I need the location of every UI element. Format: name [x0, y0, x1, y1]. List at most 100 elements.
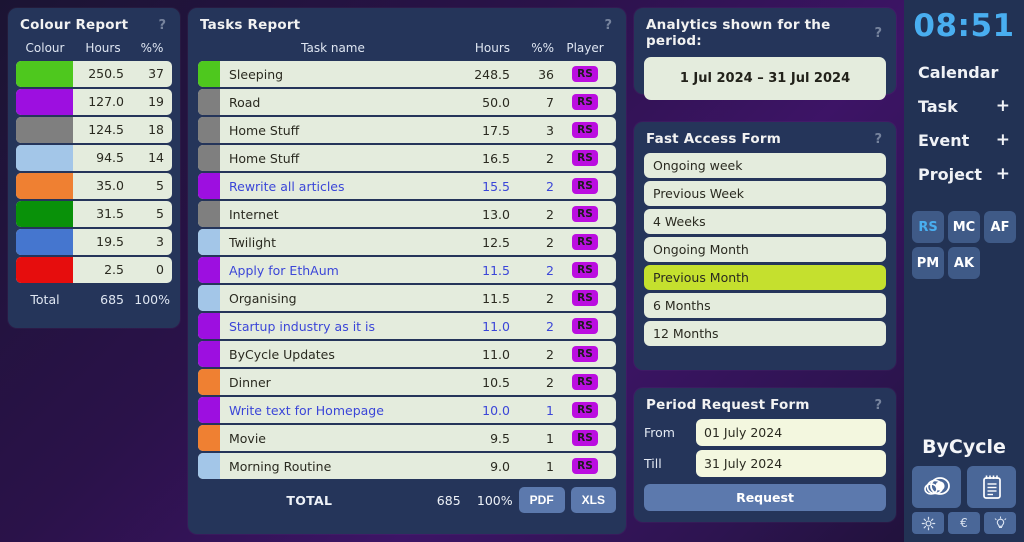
- fast-access-option[interactable]: Previous Week: [644, 181, 886, 206]
- player-badge[interactable]: RS: [572, 93, 598, 111]
- sidebar-item-label: Event: [918, 130, 970, 150]
- table-row[interactable]: Rewrite all articles 15.5 2 RS: [198, 173, 616, 199]
- fast-access-option[interactable]: 4 Weeks: [644, 209, 886, 234]
- row-hours: 9.5: [490, 430, 510, 446]
- row-player: RS: [554, 65, 616, 83]
- row-task-name: Sleeping: [229, 66, 284, 82]
- avatar[interactable]: RS: [912, 211, 944, 243]
- table-row[interactable]: Apply for EthAum 11.5 2 RS: [198, 257, 616, 283]
- fast-access-option[interactable]: 6 Months: [644, 293, 886, 318]
- help-icon[interactable]: ?: [156, 18, 168, 33]
- player-badge[interactable]: RS: [572, 401, 598, 419]
- analytics-period-panel: Analytics shown for the period: ? 1 Jul …: [634, 8, 896, 100]
- euro-icon[interactable]: €: [948, 512, 980, 534]
- table-row[interactable]: 19.5 3: [16, 229, 172, 255]
- player-badge[interactable]: RS: [572, 289, 598, 307]
- period-from-row: From: [634, 419, 896, 450]
- table-row[interactable]: Organising 11.5 2 RS: [198, 285, 616, 311]
- table-row[interactable]: 250.5 37: [16, 61, 172, 87]
- till-date-input[interactable]: [696, 450, 886, 477]
- help-icon[interactable]: ?: [872, 132, 884, 147]
- request-button[interactable]: Request: [644, 484, 886, 511]
- player-badge[interactable]: RS: [572, 317, 598, 335]
- notepad-icon[interactable]: [967, 466, 1016, 508]
- fast-access-option[interactable]: Ongoing Month: [644, 237, 886, 262]
- help-icon[interactable]: ?: [872, 26, 884, 41]
- total-hours: 685: [100, 292, 124, 307]
- table-row[interactable]: 94.5 14: [16, 145, 172, 171]
- avatar[interactable]: MC: [948, 211, 980, 243]
- table-row[interactable]: Write text for Homepage 10.0 1 RS: [198, 397, 616, 423]
- player-badge[interactable]: RS: [572, 65, 598, 83]
- from-date-input[interactable]: [696, 419, 886, 446]
- row-hours: 11.0: [482, 346, 510, 362]
- lightbulb-icon[interactable]: [984, 512, 1016, 534]
- player-badge[interactable]: RS: [572, 205, 598, 223]
- rings-icon[interactable]: [912, 466, 961, 508]
- avatar[interactable]: AK: [948, 247, 980, 279]
- colour-swatch: [198, 425, 220, 451]
- row-percent: 5: [156, 178, 164, 193]
- export-pdf-button[interactable]: PDF: [518, 487, 565, 513]
- table-row[interactable]: Startup industry as it is 11.0 2 RS: [198, 313, 616, 339]
- row-percent: 1: [546, 402, 554, 418]
- player-badge[interactable]: RS: [572, 261, 598, 279]
- fast-access-option[interactable]: Ongoing week: [644, 153, 886, 178]
- sidebar-item-task[interactable]: Task +: [918, 89, 1010, 123]
- table-row[interactable]: 127.0 19: [16, 89, 172, 115]
- table-row[interactable]: Home Stuff 16.5 2 RS: [198, 145, 616, 171]
- table-row[interactable]: Road 50.0 7 RS: [198, 89, 616, 115]
- row-percent: 19: [148, 94, 164, 109]
- table-row[interactable]: 35.0 5: [16, 173, 172, 199]
- sidebar-nav: Calendar Task + Event + Project +: [904, 56, 1024, 191]
- table-row[interactable]: Dinner 10.5 2 RS: [198, 369, 616, 395]
- player-badge[interactable]: RS: [572, 177, 598, 195]
- sidebar-item-calendar[interactable]: Calendar: [918, 56, 1010, 89]
- player-badge[interactable]: RS: [572, 373, 598, 391]
- table-row[interactable]: Sleeping 248.5 36 RS: [198, 61, 616, 87]
- table-row[interactable]: ByCycle Updates 11.0 2 RS: [198, 341, 616, 367]
- row-percent: 3: [546, 122, 554, 138]
- column-header-task-name: Task name: [301, 41, 365, 55]
- table-row[interactable]: Twilight 12.5 2 RS: [198, 229, 616, 255]
- table-row[interactable]: Morning Routine 9.0 1 RS: [198, 453, 616, 479]
- player-badge[interactable]: RS: [572, 345, 598, 363]
- row-hours: 50.0: [482, 94, 510, 110]
- sidebar-item-project[interactable]: Project +: [918, 157, 1010, 191]
- avatar[interactable]: PM: [912, 247, 944, 279]
- table-row[interactable]: 31.5 5: [16, 201, 172, 227]
- row-task-name: Rewrite all articles: [229, 178, 345, 194]
- row-hours: 2.5: [104, 262, 124, 277]
- tasks-report-panel: Tasks Report ? Task name Hours %% Player…: [188, 8, 626, 534]
- table-row[interactable]: 124.5 18: [16, 117, 172, 143]
- table-row[interactable]: 2.5 0: [16, 257, 172, 283]
- avatar[interactable]: AF: [984, 211, 1016, 243]
- sidebar-item-event[interactable]: Event +: [918, 123, 1010, 157]
- help-icon[interactable]: ?: [872, 398, 884, 413]
- player-badge[interactable]: RS: [572, 149, 598, 167]
- gear-icon[interactable]: [912, 512, 944, 534]
- colour-swatch: [198, 89, 220, 115]
- row-percent: 7: [546, 94, 554, 110]
- player-badge[interactable]: RS: [572, 233, 598, 251]
- fast-access-option[interactable]: 12 Months: [644, 321, 886, 346]
- add-icon[interactable]: +: [996, 164, 1010, 184]
- total-hours: 685: [436, 492, 461, 508]
- fast-access-option[interactable]: Previous Month: [644, 265, 886, 290]
- table-row[interactable]: Internet 13.0 2 RS: [198, 201, 616, 227]
- mini-tiles: €: [912, 512, 1016, 534]
- player-badge[interactable]: RS: [572, 457, 598, 475]
- player-badge[interactable]: RS: [572, 429, 598, 447]
- row-percent: 36: [538, 66, 554, 82]
- table-row[interactable]: Movie 9.5 1 RS: [198, 425, 616, 451]
- add-icon[interactable]: +: [996, 96, 1010, 116]
- row-task-name: Organising: [229, 290, 297, 306]
- player-badge[interactable]: RS: [572, 121, 598, 139]
- period-request-header: Period Request Form ?: [634, 388, 896, 419]
- row-hours: 250.5: [88, 66, 124, 81]
- colour-swatch: [198, 313, 220, 339]
- help-icon[interactable]: ?: [602, 18, 614, 33]
- table-row[interactable]: Home Stuff 17.5 3 RS: [198, 117, 616, 143]
- add-icon[interactable]: +: [996, 130, 1010, 150]
- export-xls-button[interactable]: XLS: [570, 487, 616, 513]
